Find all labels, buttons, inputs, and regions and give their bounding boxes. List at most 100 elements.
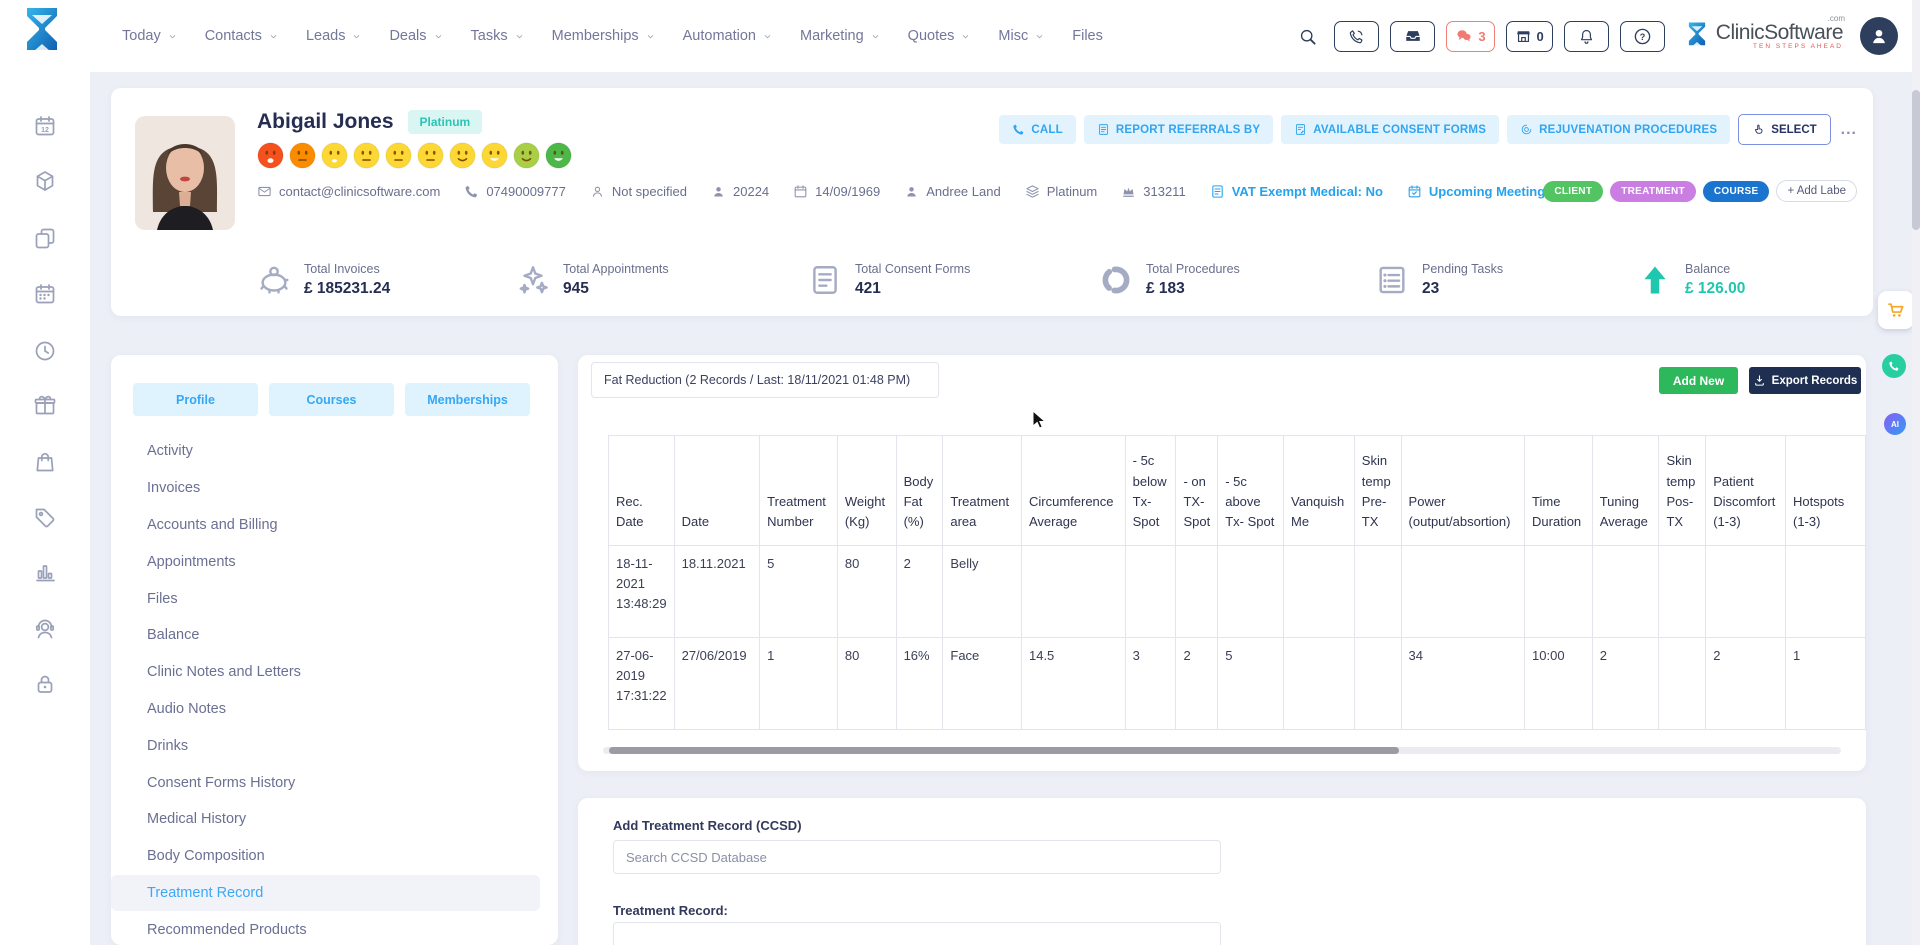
add-label-button[interactable]: + Add Labe — [1776, 180, 1857, 202]
sidebar-item-consent-forms-history[interactable]: Consent Forms History — [111, 764, 540, 801]
rail-history-button[interactable] — [33, 339, 57, 368]
sidebar-item-accounts-and-billing[interactable]: Accounts and Billing — [111, 507, 540, 544]
action-button-available-consent-forms[interactable]: AVAILABLE CONSENT FORMS — [1281, 115, 1499, 144]
patient-stats: Total Invoices£ 185231.24Total Appointme… — [111, 262, 1873, 314]
tab-profile[interactable]: Profile — [133, 383, 258, 416]
tab-memberships[interactable]: Memberships — [405, 383, 530, 416]
mood-face-3-icon[interactable] — [321, 142, 348, 169]
mood-face-10-icon[interactable] — [545, 142, 572, 169]
nav-item-marketing[interactable]: Marketing — [800, 28, 881, 44]
brand-tagline: TEN STEPS AHEAD — [1716, 44, 1843, 51]
treatment-record-input[interactable] — [613, 922, 1221, 945]
mood-face-6-icon[interactable] — [417, 142, 444, 169]
rail-calendar-12-button[interactable]: 12 — [33, 114, 57, 143]
sidebar-item-audio-notes[interactable]: Audio Notes — [111, 691, 540, 728]
rail-gift-button[interactable] — [33, 393, 57, 422]
contact-item-text: Not specified — [612, 184, 687, 199]
basket-count-badge: 0 — [1537, 29, 1544, 44]
search-icon[interactable] — [1298, 27, 1317, 46]
basket-button[interactable]: 0 — [1506, 21, 1553, 52]
cart-widget[interactable] — [1878, 291, 1914, 329]
mood-face-8-icon[interactable] — [481, 142, 508, 169]
call-widget[interactable] — [1882, 354, 1906, 378]
sidebar-item-body-composition[interactable]: Body Composition — [111, 838, 540, 875]
sidebar-item-balance[interactable]: Balance — [111, 617, 540, 654]
ccsd-search-input[interactable] — [613, 840, 1221, 874]
horizontal-scrollbar-thumb[interactable] — [609, 747, 1399, 754]
sidebar-item-files[interactable]: Files — [111, 580, 540, 617]
notifications-button[interactable] — [1564, 21, 1609, 52]
mood-face-7-icon[interactable] — [449, 142, 476, 169]
nav-item-files[interactable]: Files — [1072, 28, 1103, 44]
action-button-rejuvenation-procedures[interactable]: REJUVENATION PROCEDURES — [1507, 115, 1730, 144]
mood-face-9-icon[interactable] — [513, 142, 540, 169]
rail-support-button[interactable] — [33, 617, 57, 646]
rail-lock-button[interactable] — [33, 672, 57, 701]
record-type-selector[interactable]: Fat Reduction (2 Records / Last: 18/11/2… — [591, 362, 939, 398]
rail-cube-button[interactable] — [33, 169, 57, 198]
mood-face-1-icon[interactable] — [257, 142, 284, 169]
clinicsoftware-wordmark[interactable]: ClinicSoftware .com TEN STEPS AHEAD — [1684, 21, 1843, 51]
nav-item-deals[interactable]: Deals — [389, 28, 443, 44]
stat-total-appointments: Total Appointments945 — [516, 262, 669, 298]
copy-icon — [33, 226, 57, 250]
tab-courses[interactable]: Courses — [269, 383, 394, 416]
nav-item-quotes[interactable]: Quotes — [908, 28, 972, 44]
sidebar-item-clinic-notes-and-letters[interactable]: Clinic Notes and Letters — [111, 654, 540, 691]
nav-item-tasks[interactable]: Tasks — [471, 28, 525, 44]
clinicsoftware-logo-mark[interactable] — [18, 6, 66, 65]
help-button[interactable]: ? — [1620, 21, 1665, 52]
rail-copy-button[interactable] — [33, 226, 57, 255]
sidebar-item-recommended-products[interactable]: Recommended Products — [111, 911, 540, 945]
inbox-button[interactable] — [1390, 21, 1435, 52]
rail-chart-button[interactable] — [33, 560, 57, 589]
nav-item-misc[interactable]: Misc — [998, 28, 1045, 44]
mood-face-4-icon[interactable] — [353, 142, 380, 169]
action-button-call[interactable]: CALL — [999, 115, 1075, 144]
ai-widget[interactable]: AI — [1884, 413, 1906, 435]
sidebar-item-appointments[interactable]: Appointments — [111, 543, 540, 580]
select-button[interactable]: SELECT — [1738, 114, 1830, 145]
nav-item-contacts[interactable]: Contacts — [205, 28, 279, 44]
nav-item-memberships[interactable]: Memberships — [552, 28, 656, 44]
contact-item: 313211 — [1121, 184, 1185, 199]
table-cell — [1785, 546, 1865, 638]
user-avatar[interactable] — [1860, 17, 1898, 55]
sidebar-item-activity[interactable]: Activity — [111, 433, 540, 470]
caret-icon — [514, 31, 525, 42]
action-button-report-referrals-by[interactable]: REPORT REFERRALS BY — [1084, 115, 1273, 144]
table-cell — [1659, 546, 1706, 638]
patient-label-client: CLIENT — [1543, 181, 1603, 202]
add-new-button[interactable]: Add New — [1659, 367, 1738, 394]
contact-item[interactable]: Upcoming Meetings — [1407, 184, 1553, 199]
nav-item-leads[interactable]: Leads — [306, 28, 363, 44]
vertical-scrollbar-thumb[interactable] — [1912, 90, 1920, 230]
rail-calendar-grid-button[interactable] — [33, 282, 57, 311]
rail-bag-button[interactable] — [33, 450, 57, 479]
patient-photo[interactable] — [135, 116, 235, 230]
checklist-icon — [1375, 263, 1409, 297]
sidebar-item-invoices[interactable]: Invoices — [111, 470, 540, 507]
contact-item-text: Andree Land — [926, 184, 1000, 199]
mood-face-5-icon[interactable] — [385, 142, 412, 169]
sidebar-item-medical-history[interactable]: Medical History — [111, 801, 540, 838]
rail-tag-button[interactable] — [33, 505, 57, 534]
mood-face-2-icon[interactable] — [289, 142, 316, 169]
contact-item[interactable]: VAT Exempt Medical: No — [1210, 184, 1383, 199]
nav-item-label: Files — [1072, 28, 1103, 44]
chat-button[interactable]: 3 — [1446, 21, 1494, 52]
stat-label: Total Invoices — [304, 262, 390, 276]
table-cell: 14.5 — [1021, 638, 1125, 730]
stat-value: 945 — [563, 280, 669, 298]
nav-item-today[interactable]: Today — [122, 28, 178, 44]
stat-value: 421 — [855, 280, 970, 298]
table-cell: 2 — [1592, 638, 1659, 730]
phone-icon — [1012, 123, 1025, 136]
sidebar-item-treatment-record[interactable]: Treatment Record — [111, 875, 540, 912]
export-records-button[interactable]: Export Records — [1749, 367, 1861, 394]
nav-item-automation[interactable]: Automation — [683, 28, 773, 44]
sidebar-item-drinks[interactable]: Drinks — [111, 727, 540, 764]
caret-icon — [268, 31, 279, 42]
more-options-button[interactable]: ... — [1839, 121, 1859, 139]
dialer-button[interactable] — [1334, 21, 1379, 52]
